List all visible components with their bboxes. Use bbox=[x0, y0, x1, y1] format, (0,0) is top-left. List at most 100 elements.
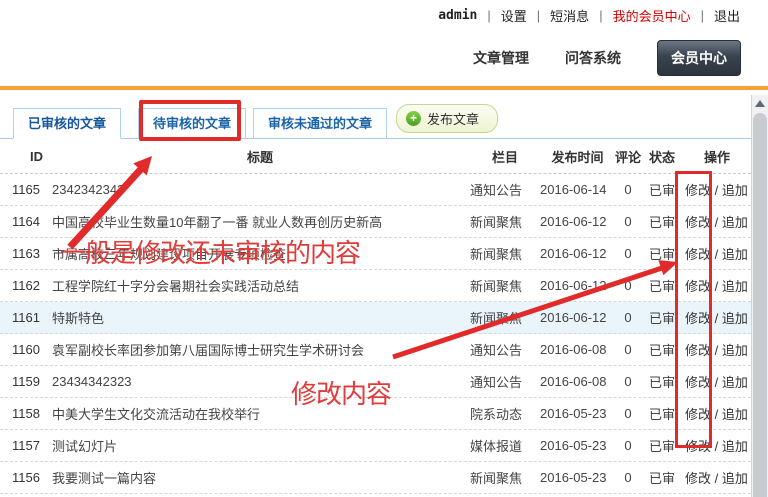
article-status: 已审 bbox=[641, 404, 683, 423]
article-comments-count: 0 bbox=[615, 246, 641, 261]
article-comments-count: 0 bbox=[615, 342, 641, 357]
publish-article-button[interactable]: + 发布文章 bbox=[396, 104, 498, 133]
messages-link[interactable]: 短消息 bbox=[550, 6, 589, 25]
article-id: 1156 bbox=[0, 470, 50, 485]
append-link[interactable]: 追加 bbox=[722, 407, 748, 422]
article-date: 2016-05-23 bbox=[540, 438, 615, 453]
article-id: 1162 bbox=[0, 278, 50, 293]
tab-approved-articles[interactable]: 已审核的文章 bbox=[13, 108, 121, 139]
col-header-title: 标题 bbox=[50, 147, 470, 166]
tab-pending-articles[interactable]: 待审核的文章 bbox=[138, 108, 246, 139]
edit-link[interactable]: 修改 bbox=[685, 407, 711, 422]
col-header-status: 状态 bbox=[641, 147, 683, 166]
article-title-link[interactable]: 中国高校毕业生数量10年翻了一番 就业人数再创历史新高 bbox=[50, 212, 470, 231]
append-link[interactable]: 追加 bbox=[722, 183, 748, 198]
edit-link[interactable]: 修改 bbox=[685, 471, 711, 486]
article-category: 通知公告 bbox=[470, 180, 540, 199]
vertical-scrollbar[interactable] bbox=[751, 95, 768, 497]
article-date: 2016-05-23 bbox=[540, 406, 615, 421]
article-id: 1161 bbox=[0, 310, 50, 325]
separator: | bbox=[701, 8, 704, 23]
article-title-link[interactable]: 袁军副校长率团参加第八届国际博士研究生学术研讨会 bbox=[50, 340, 470, 359]
scroll-up-button[interactable] bbox=[752, 95, 768, 112]
article-title-link[interactable]: 工程学院红十字分会暑期社会实践活动总结 bbox=[50, 276, 470, 295]
article-status: 已审 bbox=[641, 372, 683, 391]
action-separator: / bbox=[711, 311, 722, 326]
article-title-link[interactable]: 测试幻灯片 bbox=[50, 436, 470, 455]
edit-link[interactable]: 修改 bbox=[685, 375, 711, 390]
action-separator: / bbox=[711, 215, 722, 230]
article-id: 1157 bbox=[0, 438, 50, 453]
edit-link[interactable]: 修改 bbox=[685, 279, 711, 294]
edit-link[interactable]: 修改 bbox=[685, 439, 711, 454]
edit-link[interactable]: 修改 bbox=[685, 343, 711, 358]
table-row: 1165 2342342343 通知公告 2016-06-14 0 已审 修改 … bbox=[0, 174, 751, 206]
article-category: 通知公告 bbox=[470, 340, 540, 359]
separator: | bbox=[537, 8, 540, 23]
article-comments-count: 0 bbox=[615, 182, 641, 197]
append-link[interactable]: 追加 bbox=[722, 439, 748, 454]
article-title-link[interactable]: 23434342323 bbox=[50, 374, 470, 389]
tab-strip: 已审核的文章 待审核的文章 审核未通过的文章 + 发布文章 bbox=[0, 90, 751, 139]
article-comments-count: 0 bbox=[615, 470, 641, 485]
tab-rejected-articles[interactable]: 审核未通过的文章 bbox=[253, 108, 387, 139]
article-title-link[interactable]: 市属高校三年规划建设项目开展专项检查 bbox=[50, 244, 470, 263]
append-link[interactable]: 追加 bbox=[722, 247, 748, 262]
article-date: 2016-06-12 bbox=[540, 310, 615, 325]
article-id: 1159 bbox=[0, 374, 50, 389]
article-title-link[interactable]: 我要测试一篇内容 bbox=[50, 468, 470, 487]
table-row: 1160 袁军副校长率团参加第八届国际博士研究生学术研讨会 通知公告 2016-… bbox=[0, 334, 751, 366]
col-header-id: ID bbox=[0, 149, 50, 164]
article-actions: 修改 / 追加 bbox=[683, 180, 751, 199]
append-link[interactable]: 追加 bbox=[722, 311, 748, 326]
article-title-link[interactable]: 中美大学生文化交流活动在我校举行 bbox=[50, 404, 470, 423]
nav-member-center-active[interactable]: 会员中心 bbox=[657, 40, 741, 76]
article-category: 新闻聚焦 bbox=[470, 212, 540, 231]
article-status: 已审 bbox=[641, 212, 683, 231]
article-comments-count: 0 bbox=[615, 374, 641, 389]
table-row: 1161 特斯特色 新闻聚焦 2016-06-12 0 已审 修改 / 追加 bbox=[0, 302, 751, 334]
logout-link[interactable]: 退出 bbox=[714, 6, 740, 25]
article-actions: 修改 / 追加 bbox=[683, 340, 751, 359]
article-id: 1165 bbox=[0, 182, 50, 197]
table-header: ID 标题 栏目 发布时间 评论 状态 操作 bbox=[0, 139, 751, 174]
article-category: 通知公告 bbox=[470, 372, 540, 391]
article-category: 新闻聚焦 bbox=[470, 468, 540, 487]
edit-link[interactable]: 修改 bbox=[685, 183, 711, 198]
edit-link[interactable]: 修改 bbox=[685, 247, 711, 262]
edit-link[interactable]: 修改 bbox=[685, 311, 711, 326]
append-link[interactable]: 追加 bbox=[722, 343, 748, 358]
article-actions: 修改 / 追加 bbox=[683, 468, 751, 487]
article-category: 院系动态 bbox=[470, 404, 540, 423]
article-title-link[interactable]: 2342342343 bbox=[50, 182, 470, 197]
content-area: 已审核的文章 待审核的文章 审核未通过的文章 + 发布文章 ID 标题 栏目 发… bbox=[0, 90, 751, 497]
publish-article-label: 发布文章 bbox=[427, 109, 479, 128]
article-date: 2016-06-08 bbox=[540, 342, 615, 357]
table-row: 1159 23434342323 通知公告 2016-06-08 0 已审 修改… bbox=[0, 366, 751, 398]
col-header-date: 发布时间 bbox=[540, 147, 615, 166]
my-member-center-link[interactable]: 我的会员中心 bbox=[613, 6, 691, 25]
nav-qa-system[interactable]: 问答系统 bbox=[565, 48, 621, 68]
article-date: 2016-06-12 bbox=[540, 246, 615, 261]
append-link[interactable]: 追加 bbox=[722, 215, 748, 230]
edit-link[interactable]: 修改 bbox=[685, 215, 711, 230]
article-actions: 修改 / 追加 bbox=[683, 276, 751, 295]
settings-link[interactable]: 设置 bbox=[501, 6, 527, 25]
table-row: 1164 中国高校毕业生数量10年翻了一番 就业人数再创历史新高 新闻聚焦 20… bbox=[0, 206, 751, 238]
article-title-link[interactable]: 特斯特色 bbox=[50, 308, 470, 327]
article-status: 已审 bbox=[641, 340, 683, 359]
append-link[interactable]: 追加 bbox=[722, 471, 748, 486]
table-row: 1163 市属高校三年规划建设项目开展专项检查 新闻聚焦 2016-06-12 … bbox=[0, 238, 751, 270]
article-date: 2016-06-08 bbox=[540, 374, 615, 389]
append-link[interactable]: 追加 bbox=[722, 375, 748, 390]
action-separator: / bbox=[711, 247, 722, 262]
article-actions: 修改 / 追加 bbox=[683, 436, 751, 455]
action-separator: / bbox=[711, 183, 722, 198]
append-link[interactable]: 追加 bbox=[722, 279, 748, 294]
article-comments-count: 0 bbox=[615, 214, 641, 229]
scrollbar-thumb[interactable] bbox=[753, 113, 767, 497]
nav-article-management[interactable]: 文章管理 bbox=[473, 48, 529, 68]
article-status: 已审 bbox=[641, 436, 683, 455]
account-bar: admin | 设置 | 短消息 | 我的会员中心 | 退出 bbox=[0, 0, 768, 30]
plus-icon: + bbox=[406, 111, 421, 126]
